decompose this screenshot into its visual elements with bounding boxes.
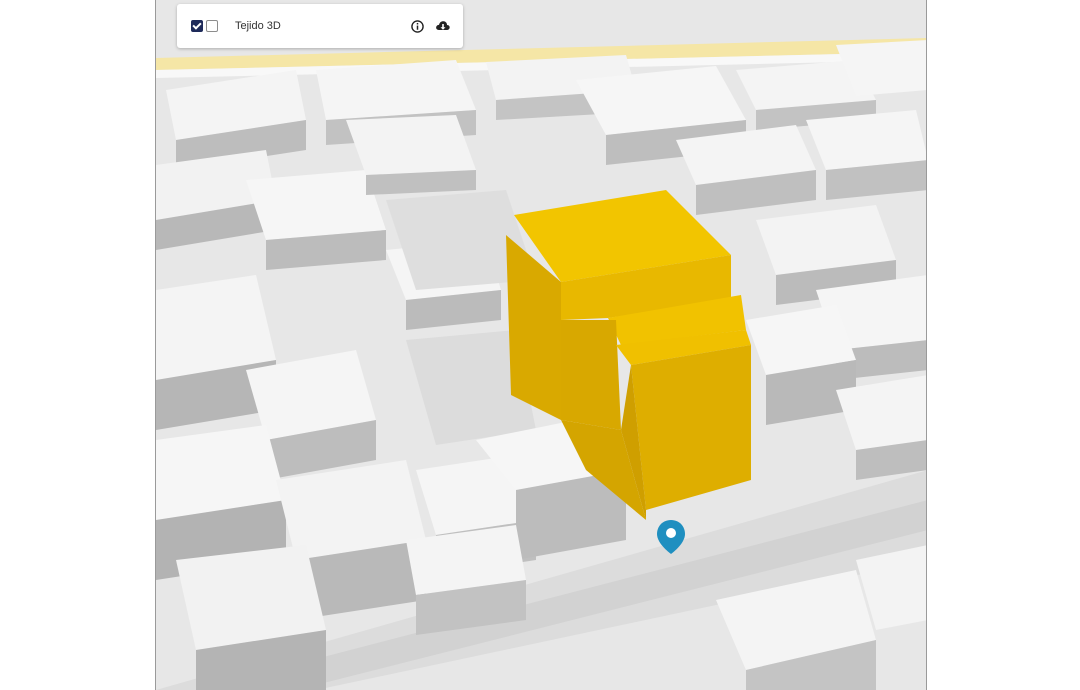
layer-checkbox-unchecked[interactable] [206, 20, 218, 32]
info-icon[interactable] [409, 18, 425, 34]
layer-control-panel: Tejido 3D [177, 4, 463, 48]
map-view[interactable] [155, 0, 927, 690]
layer-name: Tejido 3D [235, 20, 281, 32]
cloud-download-icon[interactable] [435, 18, 451, 34]
map-canvas[interactable] [156, 0, 927, 690]
layer-checkbox-checked[interactable] [191, 20, 203, 32]
